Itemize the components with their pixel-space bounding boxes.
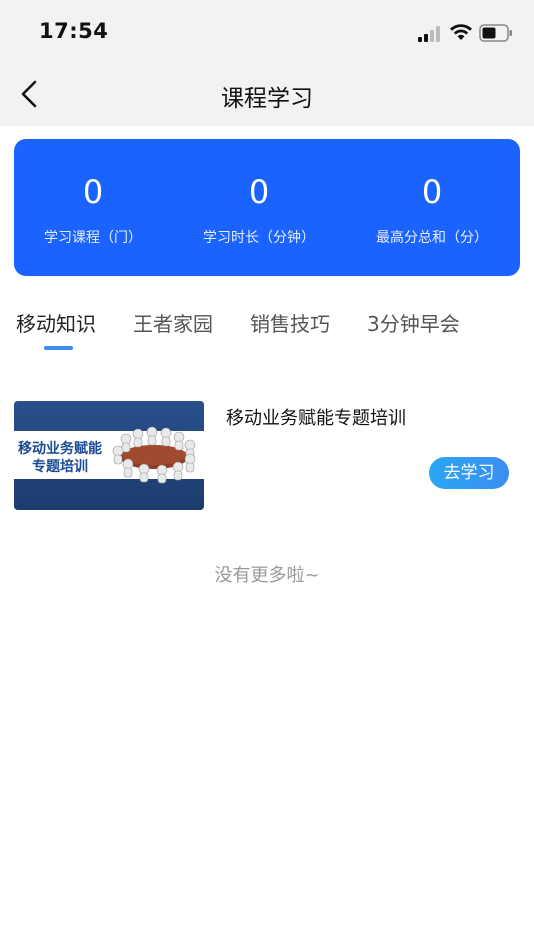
stats-card: 0 学习课程（门） 0 学习时长（分钟） 0 最高分总和（分） (14, 139, 520, 276)
page-title: 课程学习 (221, 86, 313, 112)
course-title: 移动业务赋能专题培训 (226, 408, 406, 429)
status-time: 17:54 (39, 19, 109, 43)
thumbnail-line1: 移动业务赋能 (18, 440, 102, 457)
tab-king-home[interactable]: 王者家园 (133, 308, 213, 337)
stat-courses-label: 学习课程（门） (44, 230, 142, 246)
meeting-thumbnail-image: 移动业务赋能 专题培训 (14, 401, 204, 510)
course-item[interactable]: 移动业务赋能 专题培训 移动业务赋能专题培训 去学习 (14, 401, 520, 511)
thumbnail-line2: 专题培训 (32, 458, 88, 475)
stat-top-score: 0 最高分总和（分） (347, 139, 517, 276)
tab-3min-meeting[interactable]: 3分钟早会 (367, 308, 460, 337)
signal-icon (418, 26, 440, 42)
battery-icon (479, 24, 512, 42)
stat-top-score-label: 最高分总和（分） (376, 230, 488, 246)
stat-duration-value: 0 (248, 173, 270, 211)
no-more-text: 没有更多啦~ (214, 565, 320, 586)
stat-duration-label: 学习时长（分钟） (203, 230, 315, 246)
stat-top-score-value: 0 (421, 173, 443, 211)
wifi-icon (450, 24, 472, 40)
tab-sales-skills[interactable]: 销售技巧 (250, 308, 330, 337)
stat-duration: 0 学习时长（分钟） (174, 139, 344, 276)
status-bar: 17:54 (0, 0, 534, 62)
stat-courses-value: 0 (82, 173, 104, 211)
go-study-button[interactable]: 去学习 (429, 457, 509, 489)
tab-mobile-knowledge[interactable]: 移动知识 (16, 308, 96, 337)
course-thumbnail: 移动业务赋能 专题培训 (14, 401, 204, 510)
active-tab-indicator (44, 346, 73, 350)
category-tabs: 移动知识 王者家园 销售技巧 3分钟早会 (0, 300, 534, 360)
stat-courses: 0 学习课程（门） (8, 139, 178, 276)
nav-bar: 课程学习 (0, 62, 534, 126)
